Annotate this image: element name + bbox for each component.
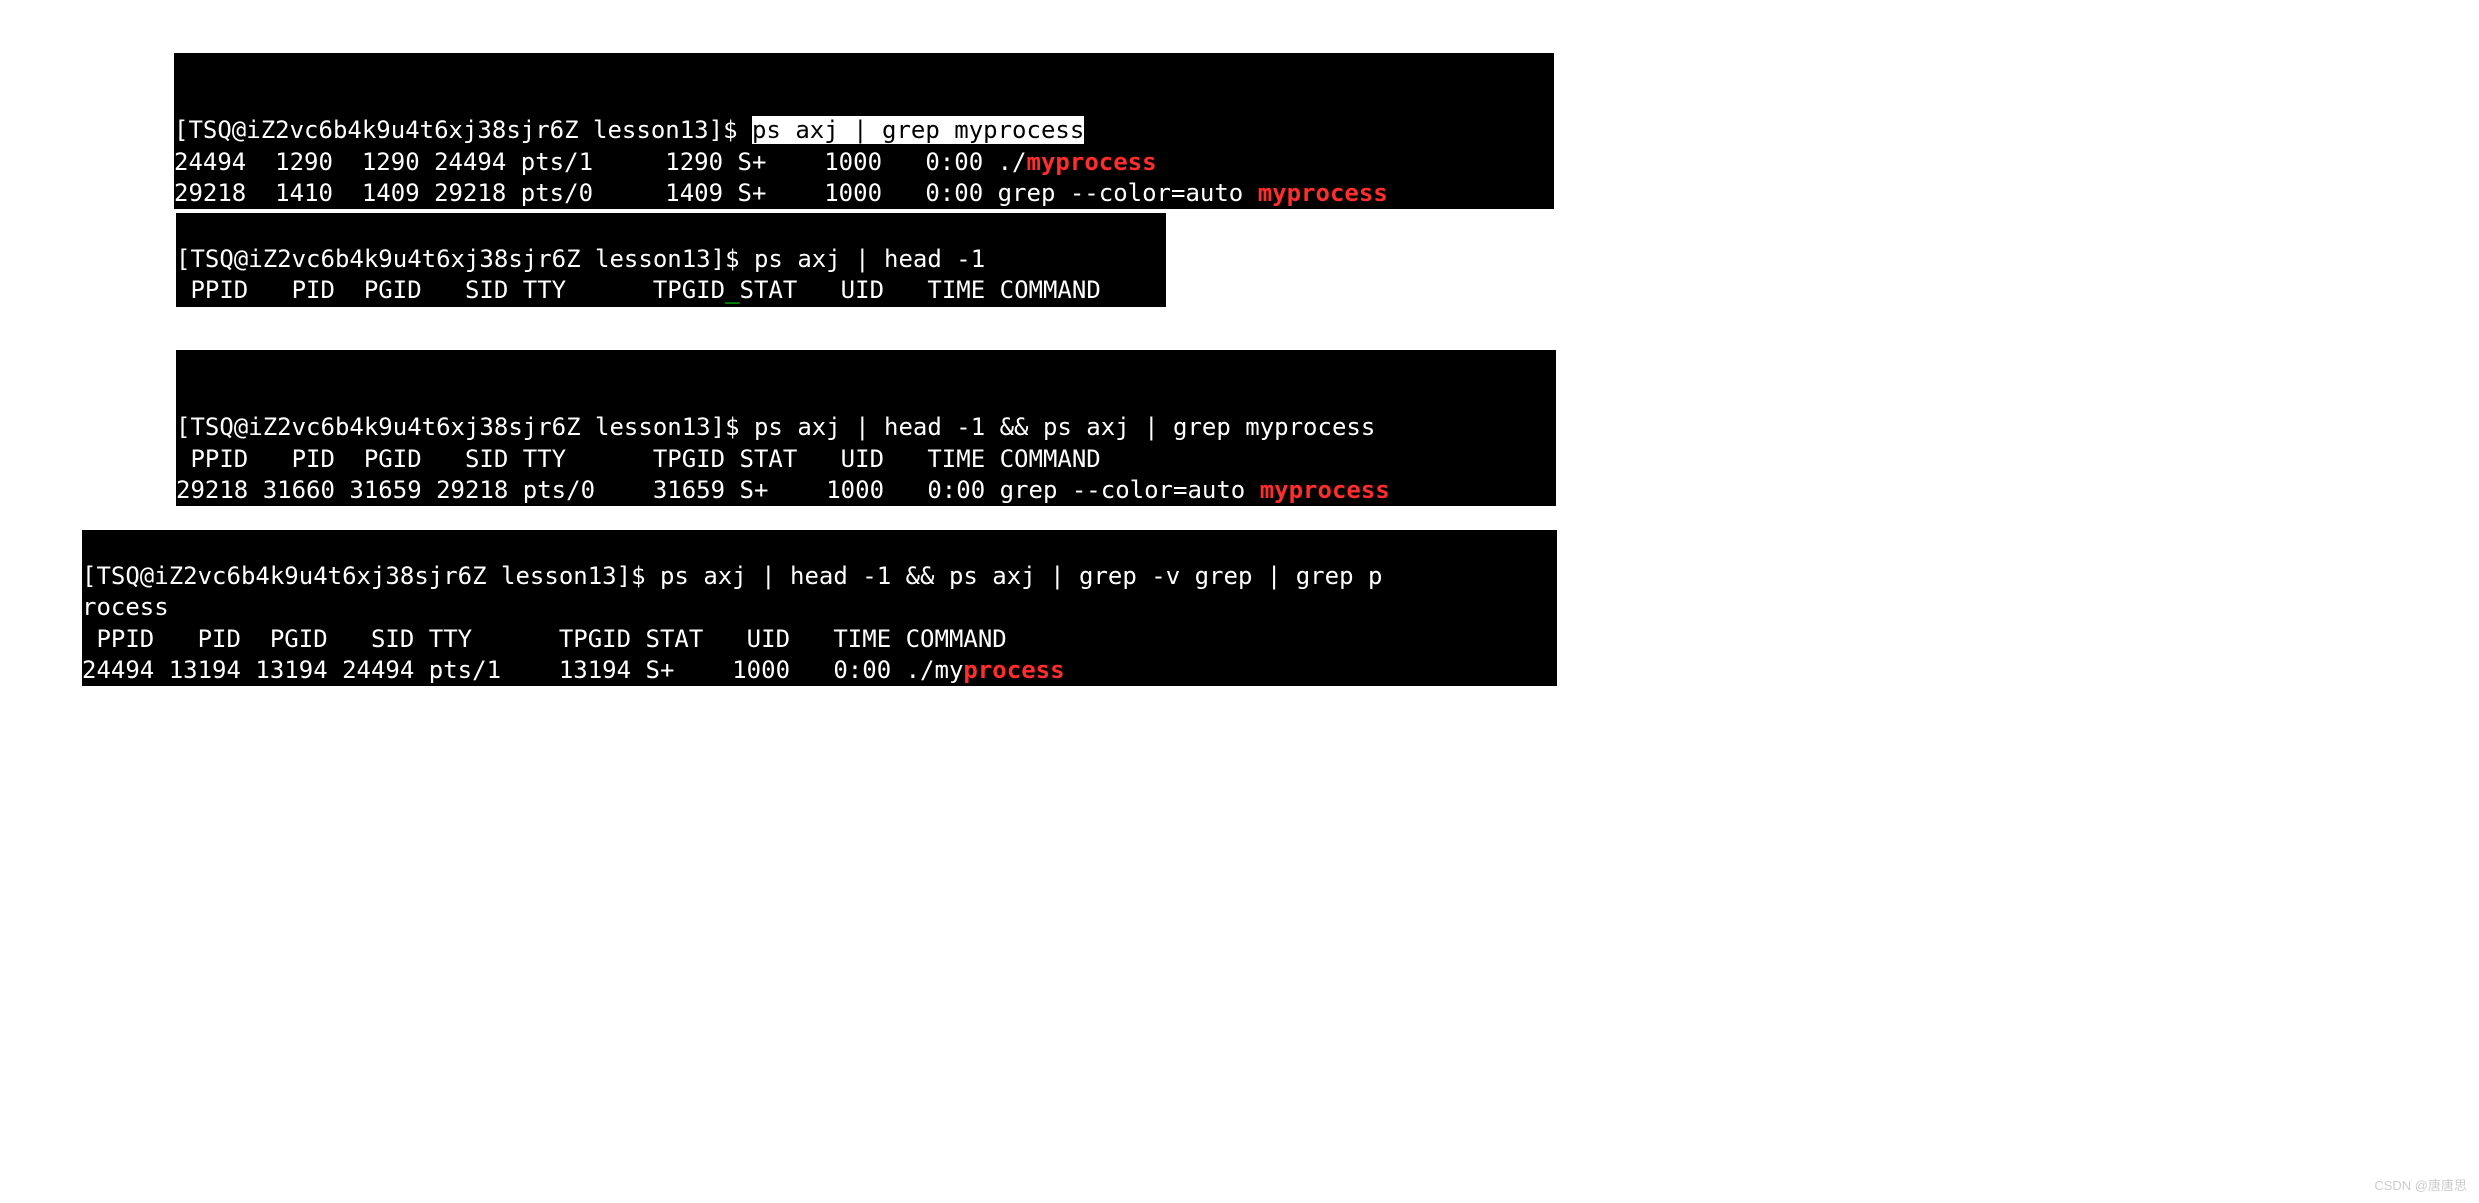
terminal-block-3: [TSQ@iZ2vc6b4k9u4t6xj38sjr6Z lesson13]$ … — [176, 350, 1556, 506]
prompt: [TSQ@iZ2vc6b4k9u4t6xj38sjr6Z lesson13]$ — [82, 562, 660, 590]
prompt: [TSQ@iZ2vc6b4k9u4t6xj38sjr6Z lesson13]$ — [174, 116, 752, 144]
ps-header: PPID PID PGID SID TTY TPGID STAT UID TIM… — [82, 625, 1007, 653]
prompt: [TSQ@iZ2vc6b4k9u4t6xj38sjr6Z lesson13]$ — [176, 413, 754, 441]
previous-line-tail — [176, 382, 855, 410]
prompt: [TSQ@iZ2vc6b4k9u4t6xj38sjr6Z lesson13]$ — [176, 245, 754, 273]
ps-header: STAT UID TIME COMMAND — [740, 276, 1101, 304]
grep-match: myprocess — [1260, 476, 1390, 504]
watermark: CSDN @唐唐思 — [2374, 1178, 2467, 1195]
ps-output-row: 29218 31660 31659 29218 pts/0 31659 S+ 1… — [176, 476, 1260, 504]
ps-header: PPID PID PGID SID TTY TPGID STAT UID TIM… — [176, 445, 1101, 473]
command[interactable]: ps axj | head -1 && ps axj | grep myproc… — [754, 413, 1375, 441]
grep-match: myprocess — [1027, 148, 1157, 176]
grep-match: myprocess — [1258, 179, 1388, 207]
terminal-block-2: [TSQ@iZ2vc6b4k9u4t6xj38sjr6Z lesson13]$ … — [176, 213, 1166, 307]
terminal-block-4: [TSQ@iZ2vc6b4k9u4t6xj38sjr6Z lesson13]$ … — [82, 530, 1557, 686]
ps-output-row: 24494 1290 1290 24494 pts/1 1290 S+ 1000… — [174, 148, 1027, 176]
ps-header: PPID PID PGID SID TTY TPGID — [176, 276, 725, 304]
command[interactable]: ps axj | head -1 — [754, 245, 985, 273]
cursor: _ — [725, 276, 739, 304]
terminal-block-1: [TSQ@iZ2vc6b4k9u4t6xj38sjr6Z lesson13]$ … — [174, 53, 1554, 209]
ps-output-row: 29218 1410 1409 29218 pts/0 1409 S+ 1000… — [174, 179, 1258, 207]
grep-match: process — [963, 656, 1064, 684]
command-wrapped[interactable]: rocess — [82, 593, 169, 621]
ps-output-row: 24494 13194 13194 24494 pts/1 13194 S+ 1… — [82, 656, 963, 684]
command-highlighted[interactable]: ps axj | grep myprocess — [752, 116, 1084, 144]
previous-line-tail — [174, 85, 896, 113]
command[interactable]: ps axj | head -1 && ps axj | grep -v gre… — [660, 562, 1382, 590]
